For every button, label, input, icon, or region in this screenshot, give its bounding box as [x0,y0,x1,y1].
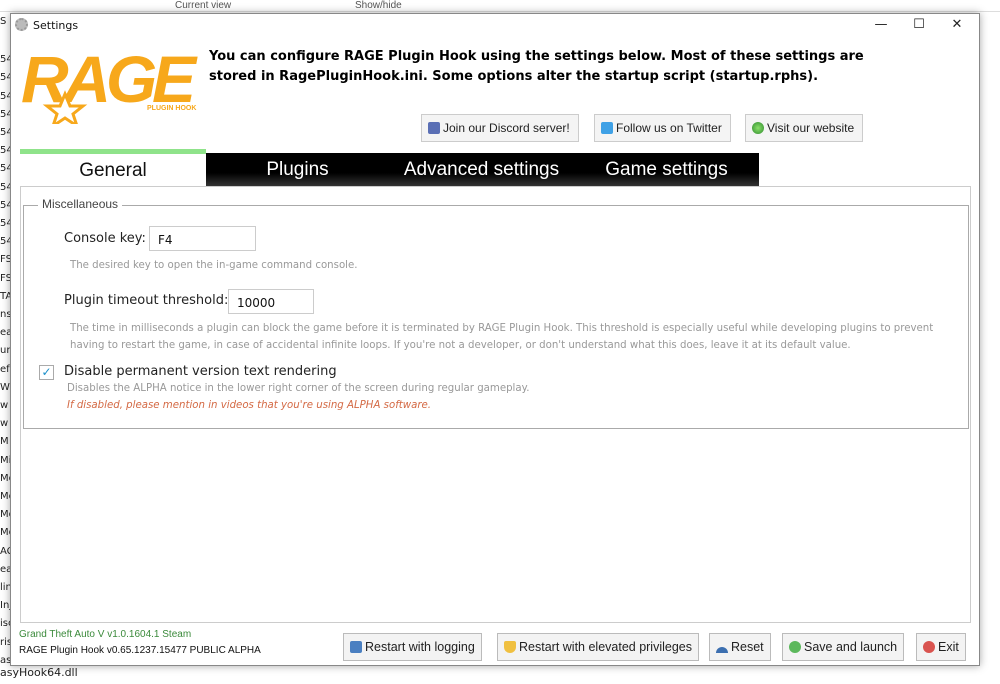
minimize-button[interactable]: — [863,14,899,38]
exit-icon [923,641,935,653]
website-button[interactable]: Visit our website [745,114,864,142]
log-icon [350,641,362,653]
discord-icon [428,122,440,134]
window-title: Settings [33,19,79,32]
miscellaneous-group: Miscellaneous Console key: F4 The desire… [23,197,969,429]
close-button[interactable]: ✕ [939,14,975,38]
bg-file-fragment: S [0,16,7,27]
reset-button[interactable]: Reset [709,633,771,661]
globe-icon [752,122,764,134]
console-key-input[interactable]: F4 [149,226,256,251]
plugin-timeout-description: The time in milliseconds a plugin can bl… [70,323,934,351]
gear-icon [15,18,28,31]
tab-general[interactable]: General [20,149,206,186]
save-launch-button[interactable]: Save and launch [782,633,905,661]
plugin-timeout-input[interactable]: 10000 [228,289,314,314]
general-panel: Miscellaneous Console key: F4 The desire… [20,186,971,623]
bg-file-fragment: w [0,400,9,411]
console-key-description: The desired key to open the in-game comm… [70,260,358,271]
tab-bar: General Plugins Advanced settings Game s… [20,149,760,186]
tab-game-settings[interactable]: Game settings [574,153,759,186]
restart-elevated-button[interactable]: Restart with elevated privileges [497,633,699,661]
tab-advanced-settings[interactable]: Advanced settings [389,153,574,186]
game-version-status: Grand Theft Auto V v1.0.1604.1 Steam [19,629,192,640]
exit-button[interactable]: Exit [916,633,966,661]
title-bar: Settings — ☐ ✕ [11,14,979,38]
svg-text:PLUGIN HOOK: PLUGIN HOOK [147,105,196,112]
bg-file-fragment: w [0,418,9,430]
rage-logo: RAGE PLUGIN HOOK [21,44,199,124]
restart-logging-button[interactable]: Restart with logging [343,633,482,661]
background-window-header: Current view Show/hide [0,0,1000,12]
bg-current-view: Current view [175,0,232,11]
reset-label: Reset [731,640,764,654]
settings-window: Settings — ☐ ✕ RAGE PLUGIN HOOK You can … [10,13,980,666]
bg-file-fragment: M [0,436,9,448]
console-key-label: Console key: [64,231,146,246]
discord-button[interactable]: Join our Discord server! [421,114,579,142]
check-icon [789,641,801,653]
save-launch-label: Save and launch [804,640,898,654]
rph-version-status: RAGE Plugin Hook v0.65.1237.15477 PUBLIC… [19,645,261,656]
shield-icon [504,641,516,653]
intro-text: You can configure RAGE Plugin Hook using… [209,49,864,84]
disable-version-text-label[interactable]: Disable permanent version text rendering [64,364,337,379]
bg-file: asyHook64.dll [0,666,78,679]
twitter-label: Follow us on Twitter [616,121,722,135]
disable-version-text-warning: If disabled, please mention in videos th… [67,400,432,411]
disable-version-text-description: Disables the ALPHA notice in the lower r… [67,383,530,394]
undo-icon [716,647,728,653]
twitter-icon [601,122,613,134]
website-label: Visit our website [767,121,855,135]
disable-version-text-checkbox[interactable]: ✓ [39,365,54,380]
bg-file-fragment: ef [0,363,10,375]
maximize-button[interactable]: ☐ [901,14,937,38]
bg-show-hide: Show/hide [355,0,402,11]
exit-label: Exit [938,640,959,654]
twitter-button[interactable]: Follow us on Twitter [594,114,731,142]
discord-label: Join our Discord server! [443,121,570,135]
group-title: Miscellaneous [38,197,123,211]
restart-logging-label: Restart with logging [365,640,475,654]
restart-elevated-label: Restart with elevated privileges [519,640,692,654]
bg-file-fragment: ur [0,345,11,357]
bg-file-fragment: W [0,381,10,393]
plugin-timeout-label: Plugin timeout threshold: [64,293,229,308]
tab-plugins[interactable]: Plugins [206,153,389,186]
